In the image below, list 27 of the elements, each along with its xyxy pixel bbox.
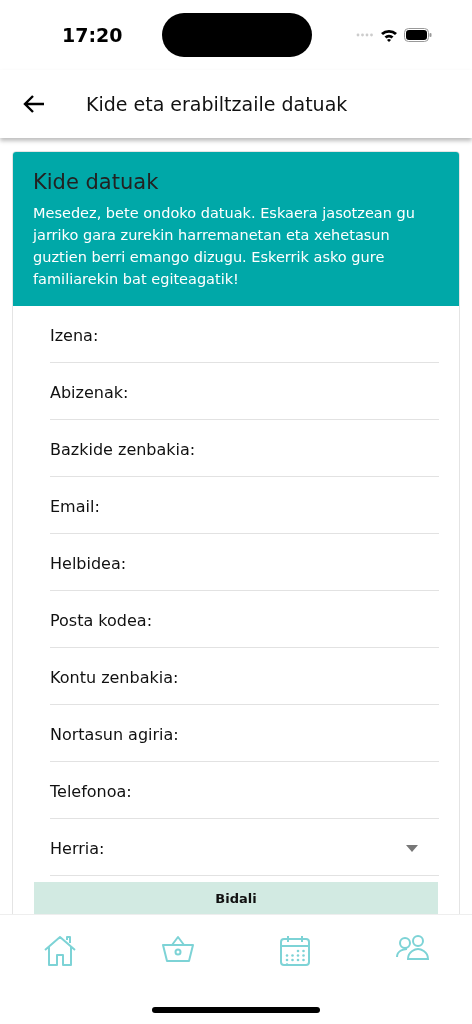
basket-icon [161,935,194,963]
home-icon [42,935,77,967]
input-field[interactable]: Posta kodea: [50,591,439,648]
people-icon [395,935,430,961]
input-field[interactable]: Telefonoa: [50,762,439,819]
caret-icon [406,844,418,852]
home-tab[interactable] [42,935,77,967]
input-field[interactable]: Kontu zenbakia: [50,648,439,705]
card-title: Kide datuak [33,170,160,194]
input-field[interactable]: Email: [50,477,439,534]
signal-icon [356,33,374,37]
page-title: Kide eta erabiltzaile datuak [86,93,348,115]
input-field[interactable]: Abizenak: [50,363,439,420]
wifi-icon [380,28,398,42]
input-field[interactable]: Bazkide zenbakia: [50,420,439,477]
basket-tab[interactable] [161,935,194,963]
input-field[interactable]: Izena: [50,306,439,363]
calendar-tab[interactable] [278,935,311,967]
calendar-icon [278,935,311,967]
submit-button[interactable]: Bidali [34,882,438,914]
dropdown-field[interactable]: Herria: [50,819,439,876]
card-description: Mesedez, bete ondoko datuak. Eskaera jasotzean gu jarriko gara zurekin harremanetan eta xehetasun guztien berri emango dizugu. Eskerrik asko gure familiarekin bat egiteagatik! [33,204,416,289]
input-field[interactable]: Helbidea: [50,534,439,591]
battery-icon [404,28,432,42]
status-time: 17:20 [62,24,124,46]
people-tab[interactable] [395,935,430,961]
input-field[interactable]: Nortasun agiria: [50,705,439,762]
